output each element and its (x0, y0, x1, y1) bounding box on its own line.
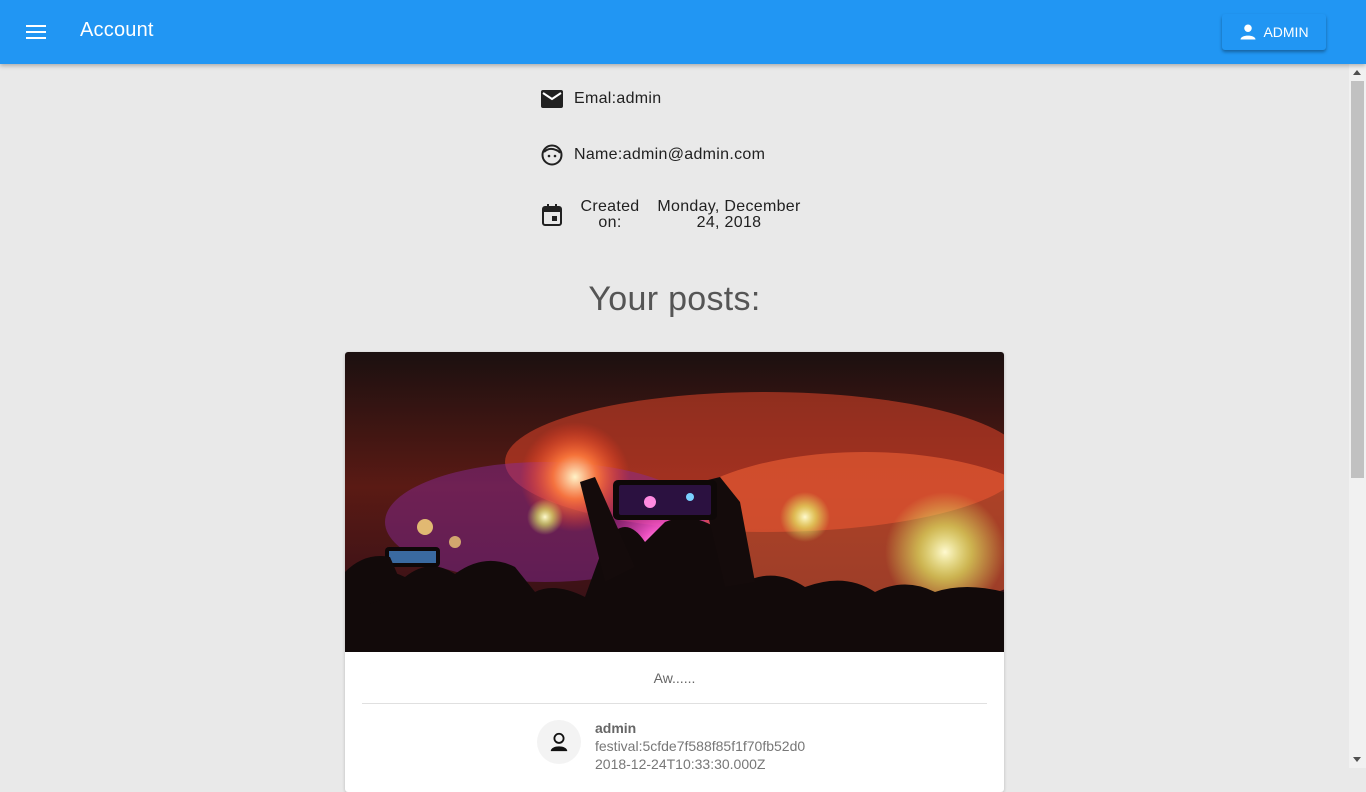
author-avatar (537, 720, 581, 764)
mail-icon (540, 87, 564, 111)
created-value: Monday, December 24, 2018 (657, 198, 801, 231)
created-label: Created on: (580, 198, 640, 231)
posts-heading: Your posts: (588, 280, 761, 318)
scroll-down-arrow-icon[interactable] (1353, 757, 1361, 762)
page-scrollbar[interactable] (1349, 64, 1366, 768)
page-title: Account (80, 19, 154, 41)
created-row: Created on: Monday, December 24, 2018 (540, 199, 804, 231)
card-divider (362, 703, 987, 704)
hamburger-icon (26, 25, 46, 39)
name-row: Name:admin@admin.com (540, 143, 765, 167)
user-button-label: ADMIN (1263, 24, 1309, 40)
post-tag: festival:5cfde7f588f85f1f70fb52d0 (595, 738, 806, 754)
person-icon (1240, 24, 1256, 40)
face-icon (540, 143, 564, 167)
post-author: admin (595, 720, 637, 736)
menu-button[interactable] (16, 12, 56, 52)
app-bar: Account ADMIN (0, 0, 1366, 64)
post-caption: Aw...... (653, 670, 696, 686)
name-text: Name:admin@admin.com (574, 146, 766, 163)
email-row: Emal:admin (540, 87, 661, 111)
scrollbar-thumb[interactable] (1351, 81, 1364, 478)
post-card[interactable]: Aw...... admin festival:5cfde7f588f85f1f… (345, 352, 1004, 792)
email-text: Emal:admin (574, 90, 662, 107)
person-icon (550, 732, 568, 752)
user-account-button[interactable]: ADMIN (1222, 14, 1326, 50)
scroll-up-arrow-icon[interactable] (1353, 70, 1361, 75)
post-image (345, 352, 1004, 652)
post-date: 2018-12-24T10:33:30.000Z (595, 756, 766, 772)
calendar-icon (540, 203, 564, 227)
